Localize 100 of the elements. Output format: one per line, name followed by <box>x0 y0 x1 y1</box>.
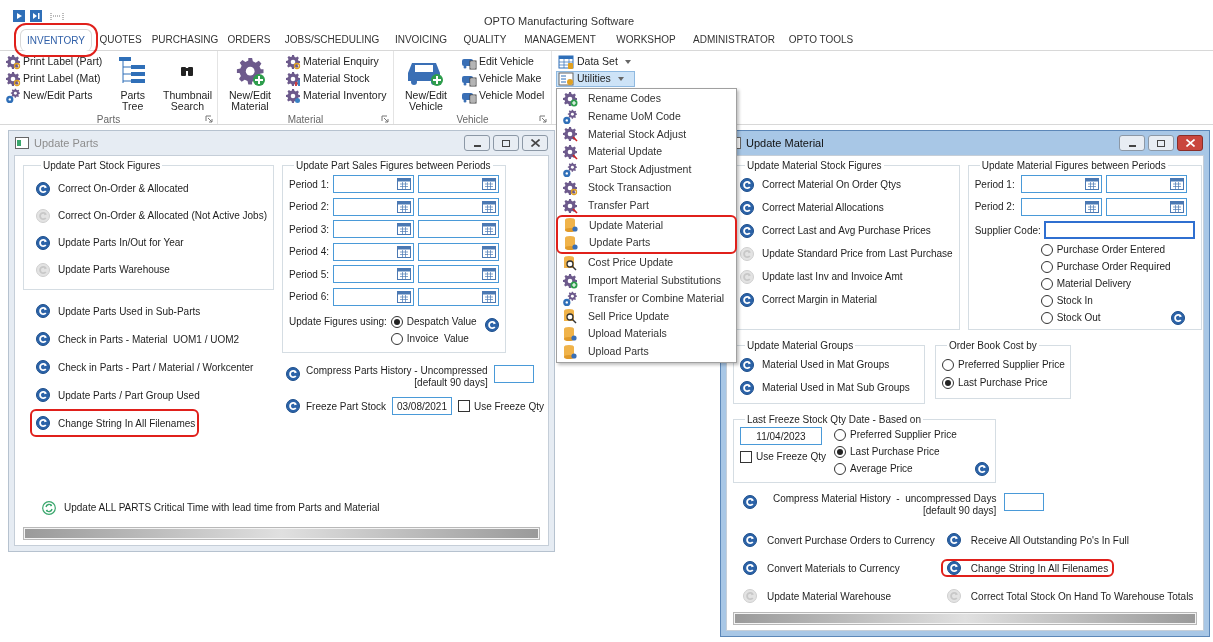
action-button[interactable]: Change String In All Filenames <box>30 409 200 437</box>
ribbon-button[interactable]: New/Edit Material <box>222 54 278 112</box>
dialog-launcher-button[interactable] <box>381 115 389 123</box>
radio-button[interactable]: Purchase Order Required <box>1040 259 1171 274</box>
ribbon-button[interactable]: Vehicle Model <box>460 88 546 104</box>
radio-button[interactable]: Material Delivery <box>1040 276 1171 291</box>
menu-item[interactable]: Cost Price Update <box>557 254 736 272</box>
radio-button[interactable]: Stock Out <box>1040 310 1171 325</box>
checkbox[interactable]: Use Freeze Qty <box>457 398 544 414</box>
action-button[interactable]: Update Parts Used in Sub-Parts <box>30 297 205 325</box>
ribbon-button[interactable]: Thumbnail Search <box>161 54 213 112</box>
action-button[interactable]: Change String In All Filenames <box>940 559 1115 577</box>
date-field[interactable] <box>1020 197 1102 216</box>
refresh-button[interactable] <box>743 495 757 509</box>
action-button[interactable]: Check in Parts - Material UOM1 / UOM2 <box>30 325 244 353</box>
ribbon-button[interactable]: Edit Vehicle <box>460 54 546 70</box>
date-field[interactable] <box>332 197 414 216</box>
ribbon-button[interactable]: New/Edit Vehicle <box>398 54 454 112</box>
tab[interactable]: PURCHASING <box>149 29 221 50</box>
maximize-button[interactable] <box>1148 135 1174 151</box>
refresh-button[interactable] <box>1170 311 1185 325</box>
radio-button[interactable]: Preferred Supplier Price <box>834 427 957 442</box>
radio-button[interactable]: Average Price <box>834 461 957 476</box>
dialog-launcher-button[interactable] <box>539 115 547 123</box>
tab[interactable]: QUOTES <box>92 29 149 50</box>
dialog-launcher-button[interactable] <box>205 115 213 123</box>
radio-button[interactable]: Invoice Value <box>390 331 477 346</box>
menu-item[interactable]: Rename UoM Code <box>557 107 736 126</box>
menu-item[interactable]: Transfer Part <box>557 196 736 215</box>
action-button[interactable]: Convert Purchase Orders to Currency <box>737 531 941 549</box>
action-button[interactable]: Correct On-Order & Allocated <box>30 175 195 202</box>
tab[interactable]: OPTO TOOLS <box>781 29 861 50</box>
radio-button[interactable]: Stock In <box>1040 293 1171 308</box>
action-button[interactable]: Material Used in Mat Sub Groups <box>734 376 916 399</box>
date-field[interactable] <box>417 242 499 261</box>
date-field[interactable]: 11/04/2023 <box>740 427 822 445</box>
date-field[interactable] <box>417 175 499 194</box>
tab[interactable]: JOBS/SCHEDULING <box>277 29 387 50</box>
ribbon-button[interactable]: Material Inventory <box>284 88 388 104</box>
menu-item[interactable]: Upload Parts <box>557 343 736 361</box>
ribbon-button[interactable]: Print Label (Mat) <box>4 71 104 87</box>
date-field[interactable] <box>332 175 414 194</box>
action-button[interactable]: Convert Materials to Currency <box>737 559 906 577</box>
ribbon-button[interactable]: Vehicle Make <box>460 71 546 87</box>
minimize-button[interactable] <box>464 135 490 151</box>
ribbon-button[interactable]: New/Edit Parts <box>4 88 104 104</box>
refresh-button[interactable] <box>285 367 300 381</box>
menu-item[interactable]: Update Parts <box>558 234 735 253</box>
date-field[interactable] <box>417 265 499 284</box>
action-button[interactable]: Update Parts In/Out for Year <box>30 229 190 256</box>
refresh-button[interactable] <box>285 399 300 413</box>
menu-item[interactable]: Import Material Substitutions <box>557 271 736 290</box>
date-field[interactable] <box>417 220 499 239</box>
play-button[interactable] <box>13 10 25 22</box>
tab[interactable]: WORKSHOP <box>605 29 687 50</box>
action-button[interactable]: Correct Total Stock On Hand To Warehouse Totals <box>940 587 1200 605</box>
action-button[interactable]: Update Parts Warehouse <box>30 256 176 283</box>
menu-item[interactable]: Material Update <box>557 143 736 162</box>
ribbon-button[interactable]: Material Stock <box>284 71 388 87</box>
maximize-button[interactable] <box>493 135 519 151</box>
date-field[interactable] <box>332 242 414 261</box>
date-field[interactable] <box>332 220 414 239</box>
days-field[interactable] <box>493 365 534 383</box>
menu-item[interactable]: Stock Transaction <box>557 179 736 197</box>
date-field[interactable]: 03/08/2021 <box>392 397 452 415</box>
action-button[interactable]: Update Material Warehouse <box>737 587 898 605</box>
close-button[interactable] <box>1177 135 1203 151</box>
refresh-button[interactable] <box>974 462 989 476</box>
action-button[interactable]: Update ALL PARTS Critical Time with lead time from Parts and Material <box>36 498 386 517</box>
ribbon-button[interactable]: Material Enquiry <box>284 54 388 70</box>
date-field[interactable] <box>1105 175 1187 194</box>
checkbox[interactable]: Use Freeze Qty <box>740 449 827 464</box>
ribbon-button[interactable]: Print Label (Part) <box>4 54 104 70</box>
menu-item[interactable]: Update Material <box>558 216 735 235</box>
dropdown-button[interactable]: Utilities <box>556 71 635 87</box>
action-button[interactable]: Check in Parts - Part / Material / Workcenter <box>30 353 258 381</box>
menu-item[interactable]: Transfer or Combine Material <box>557 289 736 308</box>
radio-button[interactable]: Last Purchase Price <box>834 444 957 459</box>
radio-button[interactable]: Purchase Order Entered <box>1040 242 1171 257</box>
days-field[interactable] <box>1004 493 1045 511</box>
tab[interactable]: QUALITY <box>455 29 515 50</box>
menu-item[interactable]: Part Stock Adjustment <box>557 161 736 179</box>
skip-button[interactable] <box>30 10 42 22</box>
menu-item[interactable]: Material Stock Adjust <box>557 125 736 144</box>
date-field[interactable] <box>1020 175 1102 194</box>
date-field[interactable] <box>417 287 499 306</box>
date-field[interactable] <box>332 287 414 306</box>
menu-item[interactable]: Sell Price Update <box>557 307 736 326</box>
ribbon-button[interactable]: Parts Tree <box>109 54 156 112</box>
menu-item[interactable]: Upload Materials <box>557 325 736 344</box>
action-button[interactable]: Receive All Outstanding Po's In Full <box>940 531 1135 549</box>
date-field[interactable] <box>332 265 414 284</box>
radio-button[interactable]: Preferred Supplier Price <box>942 357 1070 372</box>
minimize-button[interactable] <box>1119 135 1145 151</box>
tab[interactable]: INVOICING <box>387 29 455 50</box>
tab[interactable]: ADMINISTRATOR <box>687 29 781 50</box>
action-button[interactable]: Update Parts / Part Group Used <box>30 381 204 409</box>
tab[interactable]: MANAGEMENT <box>515 29 605 50</box>
menu-item[interactable]: Rename Codes <box>557 90 736 108</box>
dropdown-button[interactable]: Data Set <box>556 54 635 70</box>
